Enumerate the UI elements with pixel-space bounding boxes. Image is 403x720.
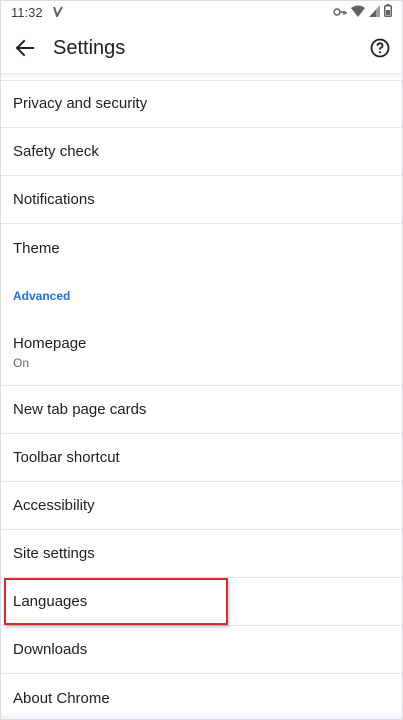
- app-bar: Settings: [1, 23, 402, 73]
- settings-item-label: Accessibility: [13, 497, 95, 514]
- vpn-key-icon: [333, 5, 347, 20]
- settings-item-label: Toolbar shortcut: [13, 449, 120, 466]
- settings-screen: 11:32 Settings Privacy and security Safe…: [0, 0, 403, 720]
- settings-item-label: Downloads: [13, 641, 88, 658]
- settings-item-summary: On: [13, 356, 30, 370]
- bottom-fade: [1, 711, 402, 719]
- help-button[interactable]: [368, 36, 392, 60]
- back-button[interactable]: [13, 36, 37, 60]
- settings-item-label: Privacy and security: [13, 95, 148, 112]
- settings-item-theme[interactable]: Theme: [1, 224, 402, 272]
- settings-item-label: Site settings: [13, 545, 95, 562]
- settings-item-label: Theme: [13, 239, 60, 257]
- settings-item-privacy[interactable]: Privacy and security: [1, 80, 402, 128]
- status-time: 11:32: [11, 4, 43, 20]
- signal-icon: [369, 4, 380, 20]
- page-title: Settings: [53, 36, 126, 59]
- settings-item-accessibility[interactable]: Accessibility: [1, 482, 402, 530]
- settings-item-safety-check[interactable]: Safety check: [1, 128, 402, 176]
- settings-item-label: Notifications: [13, 191, 95, 208]
- settings-item-toolbar-shortcut[interactable]: Toolbar shortcut: [1, 434, 402, 482]
- settings-item-label: Languages: [13, 593, 88, 610]
- settings-item-downloads[interactable]: Downloads: [1, 626, 402, 674]
- settings-item-label: Safety check: [13, 143, 99, 160]
- settings-item-label: Homepage: [13, 335, 87, 352]
- settings-item-languages[interactable]: Languages: [1, 578, 402, 626]
- arrow-back-icon: [15, 39, 34, 57]
- settings-item-notifications[interactable]: Notifications: [1, 176, 402, 224]
- battery-icon: [384, 4, 392, 20]
- settings-item-site-settings[interactable]: Site settings: [1, 530, 402, 578]
- status-bar: 11:32: [1, 1, 402, 23]
- section-header-advanced: Advanced: [13, 289, 71, 303]
- settings-item-label: New tab page cards: [13, 401, 147, 418]
- help-circle-icon: [370, 38, 390, 58]
- wifi-icon: [351, 5, 365, 20]
- notification-check-icon: [52, 5, 63, 20]
- settings-item-homepage[interactable]: Homepage On: [1, 320, 402, 386]
- settings-list: Privacy and security Safety check Notifi…: [1, 80, 402, 719]
- settings-item-label: About Chrome: [13, 689, 110, 707]
- settings-item-new-tab-page-cards[interactable]: New tab page cards: [1, 386, 402, 434]
